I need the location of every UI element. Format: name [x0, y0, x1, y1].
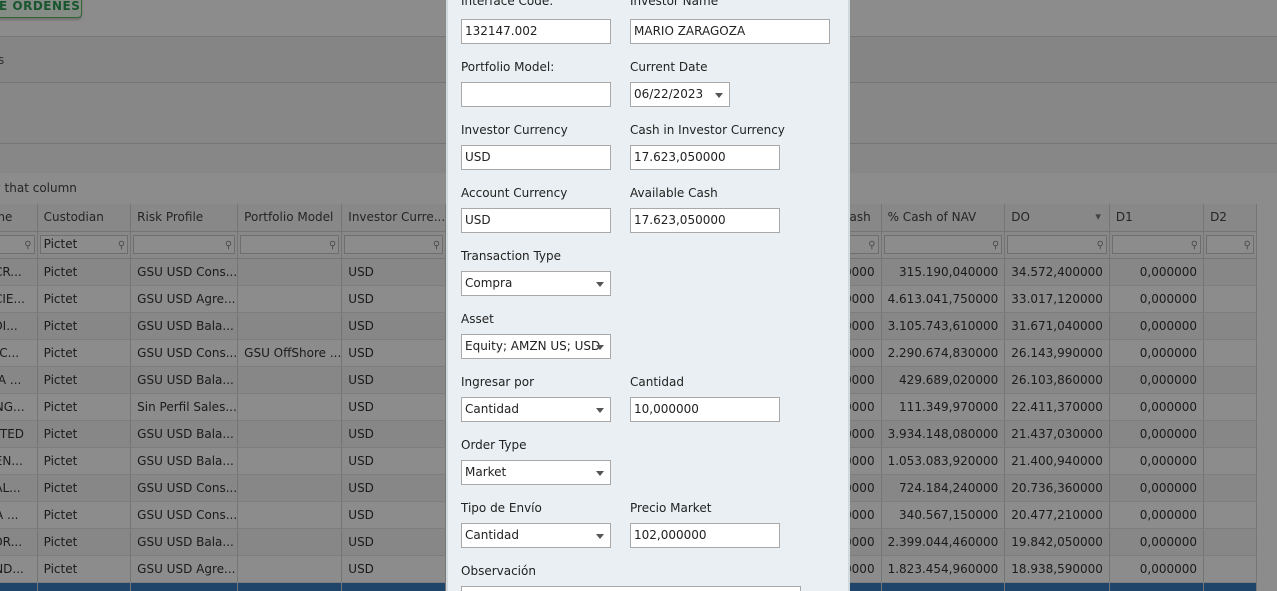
chevron-down-icon [596, 471, 604, 476]
available-cash-label: Available Cash [630, 186, 718, 200]
portfolio-model-field[interactable] [461, 82, 611, 107]
observacion-field[interactable] [461, 586, 801, 591]
chevron-down-icon [596, 408, 604, 413]
ingresar-por-value: Cantidad [465, 402, 519, 416]
cantidad-field[interactable]: 10,000000 [630, 397, 780, 422]
order-type-label: Order Type [461, 438, 527, 452]
investor-name-field[interactable]: MARIO ZARAGOZA [630, 19, 830, 44]
account-currency-field[interactable]: USD [461, 208, 611, 233]
asset-label: Asset [461, 312, 494, 326]
current-date-label: Current Date [630, 60, 708, 74]
interface-code-label: Interface Code: [461, 0, 554, 8]
chevron-down-icon [596, 282, 604, 287]
cash-investor-currency-field[interactable]: 17.623,050000 [630, 145, 780, 170]
tipo-envio-value: Cantidad [465, 528, 519, 542]
account-currency-label: Account Currency [461, 186, 568, 200]
available-cash-field[interactable]: 17.623,050000 [630, 208, 780, 233]
ingresar-por-select[interactable]: Cantidad [461, 397, 611, 422]
transaction-type-select[interactable]: Compra [461, 271, 611, 296]
ingresar-por-label: Ingresar por [461, 375, 535, 389]
investor-currency-field[interactable]: USD [461, 145, 611, 170]
observacion-label: Observación [461, 564, 536, 578]
cash-investor-currency-label: Cash in Investor Currency [630, 123, 785, 137]
precio-market-field[interactable]: 102,000000 [630, 523, 780, 548]
investor-name-label: Investor Name [630, 0, 719, 8]
chevron-down-icon [715, 93, 723, 98]
order-type-value: Market [465, 465, 507, 479]
transaction-type-label: Transaction Type [461, 249, 562, 263]
chevron-down-icon [596, 345, 604, 350]
tipo-envio-label: Tipo de Envío [461, 501, 542, 515]
current-date-value: 06/22/2023 [634, 87, 704, 101]
asset-select[interactable]: Equity; AMZN US; USD; US [461, 334, 611, 359]
investor-currency-label: Investor Currency [461, 123, 568, 137]
portfolio-model-label: Portfolio Model: [461, 60, 555, 74]
current-date-picker[interactable]: 06/22/2023 [630, 82, 730, 107]
order-entry-dialog: Interface Code: Investor Name 132147.002… [446, 0, 850, 591]
asset-value: Equity; AMZN US; USD; US [465, 339, 600, 353]
cantidad-label: Cantidad [630, 375, 684, 389]
chevron-down-icon [596, 534, 604, 539]
order-type-select[interactable]: Market [461, 460, 611, 485]
interface-code-field[interactable]: 132147.002 [461, 19, 611, 44]
transaction-type-value: Compra [465, 276, 513, 290]
precio-market-label: Precio Market [630, 501, 712, 515]
tipo-envio-select[interactable]: Cantidad [461, 523, 611, 548]
